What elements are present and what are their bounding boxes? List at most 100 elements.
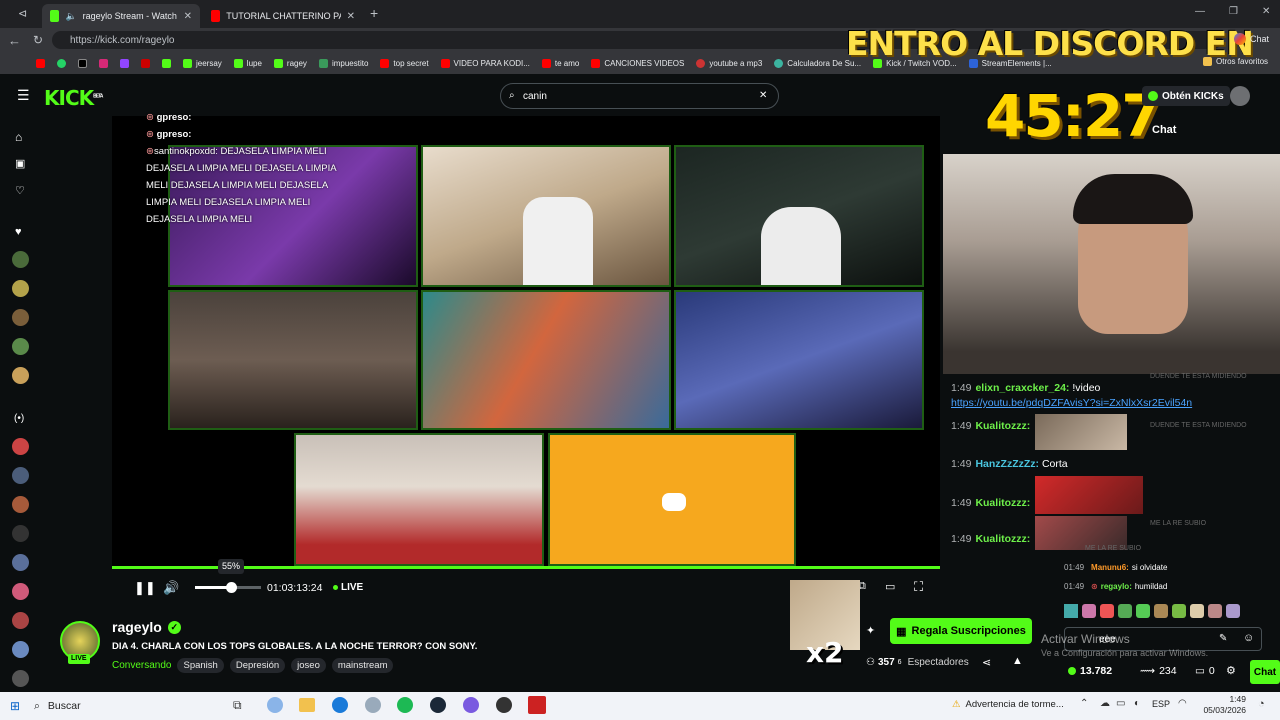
- bookmark[interactable]: [120, 58, 129, 68]
- stream-overlay-chat: ⊛ gpreso: ⊛ gpreso: ⊛santinokpoxdd: DEJA…: [146, 109, 356, 228]
- discord-taskbar-icon[interactable]: [463, 697, 479, 713]
- bookmark[interactable]: [57, 58, 66, 68]
- bookmark-te-amo[interactable]: te amo: [541, 58, 579, 68]
- channel-name[interactable]: rageylo: [112, 619, 162, 635]
- bookmark-ragey[interactable]: ragey: [273, 58, 307, 68]
- sidebar-channel-avatar[interactable]: [12, 583, 29, 600]
- speaker-icon[interactable]: 🔈: [65, 11, 76, 22]
- pause-icon[interactable]: ❚❚: [134, 580, 156, 596]
- fullscreen-icon[interactable]: ⛶: [914, 579, 923, 595]
- windows-start-icon[interactable]: ⊞: [10, 699, 20, 713]
- sidebar-channel-avatar[interactable]: [12, 612, 29, 629]
- tab-kick-stream[interactable]: 🔈 rageylo Stream - Watch Live o ✕: [42, 4, 200, 28]
- home-icon[interactable]: ⌂: [15, 130, 22, 144]
- taskbar-search[interactable]: ⌕ Buscar: [34, 696, 214, 716]
- send-chat-button[interactable]: Chat: [1250, 660, 1280, 684]
- bookmark[interactable]: [99, 58, 108, 68]
- clock[interactable]: 1:49 05/03/2026: [1200, 694, 1246, 716]
- kick-logo[interactable]: KICKBETA: [44, 86, 103, 110]
- sidebar-channel-avatar[interactable]: [12, 338, 29, 355]
- network-icon[interactable]: ☁: [1100, 698, 1110, 709]
- sidebar-channel-avatar[interactable]: [12, 467, 29, 484]
- tag-pill[interactable]: joseo: [291, 658, 326, 673]
- tray-app-icon[interactable]: ▭: [1116, 698, 1125, 709]
- reload-icon[interactable]: ↻: [33, 33, 43, 47]
- user-avatar[interactable]: [1230, 86, 1250, 106]
- gift-subs-button[interactable]: ▦ Regala Suscripciones: [890, 618, 1032, 644]
- bets-balance[interactable]: ▭ 0: [1195, 665, 1215, 677]
- spotify-icon[interactable]: [397, 697, 413, 713]
- chat-message-row: 1:49 HanzZzZzZz: Corta: [951, 457, 1068, 471]
- volume-handle[interactable]: [226, 582, 238, 593]
- sidebar-channel-avatar[interactable]: [12, 251, 29, 268]
- sidebar-channel-avatar[interactable]: [12, 309, 29, 326]
- clear-search-icon[interactable]: ✕: [759, 90, 767, 101]
- notifications-icon[interactable]: ◔: [1258, 698, 1265, 710]
- bookmark[interactable]: [162, 58, 171, 68]
- browse-icon[interactable]: ▣: [15, 157, 25, 170]
- share-icon[interactable]: ⋖: [982, 656, 991, 669]
- theater-mode-icon[interactable]: ▭: [885, 580, 895, 593]
- kicks-balance[interactable]: 13.782: [1068, 665, 1112, 677]
- translate-icon[interactable]: ✎: [1219, 633, 1227, 644]
- edge-browser-icon[interactable]: [332, 697, 348, 713]
- close-tab-icon[interactable]: ✕: [347, 11, 355, 22]
- following-icon[interactable]: ♡: [15, 184, 25, 197]
- sidebar-channel-avatar[interactable]: [12, 496, 29, 513]
- tag-pill[interactable]: Depresión: [229, 658, 286, 673]
- bookmark[interactable]: [141, 58, 150, 68]
- obs-icon[interactable]: [496, 697, 512, 713]
- close-window-icon[interactable]: ✕: [1262, 6, 1270, 17]
- tag-pill[interactable]: Spanish: [177, 658, 224, 673]
- weather-widget[interactable]: ⚠ Advertencia de torme...: [952, 699, 1064, 710]
- report-icon[interactable]: ▲: [1012, 655, 1023, 667]
- bookmark-top-secret[interactable]: top secret: [380, 58, 429, 68]
- minimize-icon[interactable]: —: [1195, 6, 1205, 17]
- language-indicator[interactable]: ESP: [1152, 699, 1170, 709]
- tray-app-icon[interactable]: ◐: [1134, 698, 1140, 709]
- search-input[interactable]: ⌕ canin ✕: [500, 83, 779, 109]
- browser-chat-button[interactable]: Chat: [1234, 33, 1269, 45]
- sidebar-channel-avatar[interactable]: [12, 641, 29, 658]
- edge-icon[interactable]: [267, 697, 283, 713]
- sidebar-channel-avatar[interactable]: [12, 670, 29, 687]
- bookmark[interactable]: [78, 58, 87, 68]
- stream-category[interactable]: Conversando: [112, 660, 171, 671]
- live-indicator[interactable]: LIVE: [333, 582, 363, 593]
- back-icon[interactable]: ←: [8, 33, 21, 48]
- maximize-icon[interactable]: ❐: [1229, 6, 1238, 17]
- close-tab-icon[interactable]: ✕: [184, 11, 192, 22]
- bookmark-canciones[interactable]: CANCIONES VIDEOS: [591, 58, 684, 68]
- task-view-icon[interactable]: ⧉: [233, 698, 242, 713]
- chat-settings-icon[interactable]: ⚙: [1226, 664, 1236, 677]
- app-icon[interactable]: [365, 697, 381, 713]
- new-tab-icon[interactable]: +: [370, 5, 378, 21]
- bookmark-youtube-mp3[interactable]: youtube a mp3: [696, 58, 762, 68]
- sidebar-channel-avatar[interactable]: [12, 438, 29, 455]
- sidebar-channel-avatar[interactable]: [12, 367, 29, 384]
- wifi-icon[interactable]: ◠: [1178, 698, 1187, 709]
- sidebar-channel-avatar[interactable]: [12, 280, 29, 297]
- points-balance[interactable]: ⟿ 234: [1140, 665, 1177, 677]
- bookmark-jeersay[interactable]: jeersay: [183, 58, 222, 68]
- tray-chevron-icon[interactable]: ⌃: [1080, 698, 1088, 709]
- sidebar-channel-avatar[interactable]: [12, 554, 29, 571]
- chat-link[interactable]: https://youtu.be/pdqDZFAvisY?si=ZxNlxXsr…: [951, 396, 1271, 410]
- bookmark[interactable]: [36, 58, 45, 68]
- bookmark-impuestito[interactable]: impuestito: [318, 58, 368, 68]
- volume-icon[interactable]: 🔊: [163, 580, 179, 596]
- tab-actions-icon[interactable]: ⊲: [18, 7, 27, 20]
- sidebar-channel-avatar[interactable]: [12, 525, 29, 542]
- file-explorer-icon[interactable]: [299, 698, 315, 712]
- emoji-icon[interactable]: ☺: [1243, 632, 1254, 644]
- steam-icon[interactable]: [430, 697, 446, 713]
- bookmark-lupe[interactable]: lupe: [233, 58, 262, 68]
- tab-tutorial[interactable]: TUTORIAL CHATTERINO PARA KIC ✕: [203, 4, 363, 28]
- sparkle-icon[interactable]: ✦: [866, 624, 875, 637]
- tag-pill[interactable]: mainstream: [331, 658, 394, 673]
- video-app-icon[interactable]: [528, 696, 546, 714]
- bookmark-video-kodi[interactable]: VIDEO PARA KODI...: [440, 58, 530, 68]
- get-kicks-button[interactable]: Obtén KICKs: [1142, 86, 1230, 106]
- menu-icon[interactable]: ☰: [17, 88, 30, 102]
- cam-tile: [674, 290, 924, 430]
